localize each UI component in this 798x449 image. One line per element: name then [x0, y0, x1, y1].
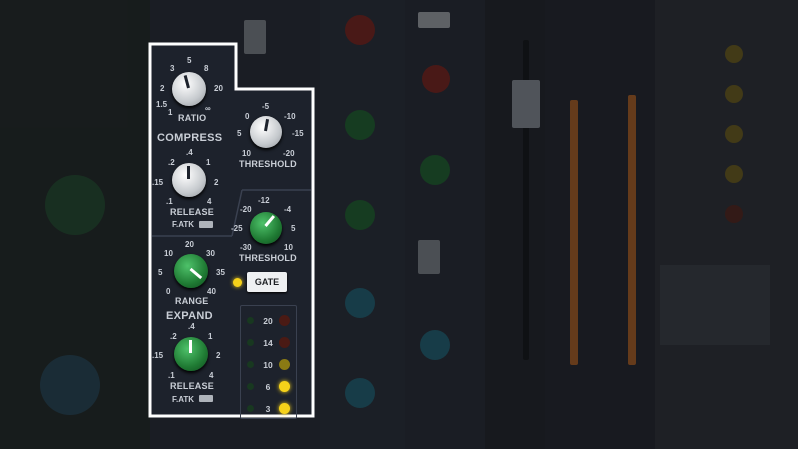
meter-row: 3: [241, 400, 296, 418]
expand-fatk-label: F.ATK: [172, 395, 195, 404]
knob-pointer: [183, 75, 190, 89]
crel-scale-.4: .4: [186, 148, 193, 157]
expand-title: EXPAND: [166, 310, 213, 322]
ethr-scale--25: -25: [231, 224, 243, 233]
green-led: [247, 339, 254, 346]
ratio-scale-8: 8: [204, 64, 209, 73]
green-led: [247, 361, 254, 368]
erel-scale-.15: .15: [152, 351, 164, 360]
meter-row: 6: [241, 378, 296, 396]
ratio-scale-1.5: 1.5: [156, 100, 168, 109]
erel-scale-.1: .1: [168, 371, 175, 380]
range-scale-35: 35: [216, 268, 225, 277]
compress-threshold-knob[interactable]: [250, 116, 282, 148]
crel-scale-.1: .1: [166, 197, 173, 206]
range-scale-30: 30: [206, 249, 215, 258]
ethr-scale--12: -12: [258, 196, 270, 205]
meter-row: 10: [241, 356, 296, 374]
ratio-scale-2: 2: [160, 84, 165, 93]
cthr-scale--15: -15: [292, 129, 304, 138]
erel-scale-2: 2: [216, 351, 221, 360]
meter-led: [279, 315, 290, 326]
ratio-scale-inf: ∞: [205, 104, 211, 113]
knob-pointer: [264, 118, 270, 132]
cthr-scale-10: 10: [242, 149, 251, 158]
green-led: [247, 405, 254, 412]
erel-scale-.2: .2: [170, 332, 177, 341]
ratio-label: RATIO: [178, 113, 207, 123]
ratio-scale-20: 20: [214, 84, 223, 93]
cthr-scale-5: 5: [237, 129, 242, 138]
knob-pointer: [264, 215, 276, 227]
cthr-scale--10: -10: [284, 112, 296, 121]
range-scale-0: 0: [166, 287, 171, 296]
expand-release-knob[interactable]: [174, 337, 208, 371]
ethr-scale-10: 10: [284, 243, 293, 252]
compress-release-knob[interactable]: [172, 163, 206, 197]
meter-led: [279, 403, 290, 414]
meter-row: 14: [241, 334, 296, 352]
green-led: [247, 383, 254, 390]
crel-scale-4: 4: [207, 197, 212, 206]
ethr-scale-5: 5: [291, 224, 296, 233]
ethr-scale--30: -30: [240, 243, 252, 252]
ethr-scale--20: -20: [240, 205, 252, 214]
compress-fatk-label: F.ATK: [172, 220, 195, 229]
expand-threshold-label: THRESHOLD: [239, 253, 297, 263]
meter-value: 6: [265, 382, 271, 392]
gain-reduction-meter: 20 14 10 6 3: [240, 305, 297, 419]
ethr-scale--4: -4: [284, 205, 292, 214]
range-scale-20: 20: [185, 240, 194, 249]
compress-threshold-label: THRESHOLD: [239, 159, 297, 169]
ratio-scale-5: 5: [187, 56, 192, 65]
knob-pointer: [187, 166, 190, 179]
compress-fatk-button[interactable]: [199, 221, 213, 228]
crel-scale-.2: .2: [168, 158, 175, 167]
knob-pointer: [189, 340, 192, 353]
meter-row: 20: [241, 312, 296, 330]
knob-pointer: [189, 267, 203, 280]
meter-value: 20: [263, 316, 273, 326]
crel-scale-1: 1: [206, 158, 211, 167]
gate-button[interactable]: GATE: [247, 272, 287, 292]
expand-fatk-button[interactable]: [199, 395, 213, 402]
meter-value: 14: [263, 338, 273, 348]
ratio-knob[interactable]: [172, 72, 206, 106]
range-knob[interactable]: [174, 254, 208, 288]
green-led: [247, 317, 254, 324]
meter-value: 10: [263, 360, 273, 370]
meter-led: [279, 359, 290, 370]
dynamics-section: 5 3 8 2 20 1.5 1 ∞ RATIO COMPRESS -5 0 -…: [0, 0, 798, 449]
crel-scale-.15: .15: [152, 178, 164, 187]
range-scale-10: 10: [164, 249, 173, 258]
range-label: RANGE: [175, 296, 209, 306]
erel-scale-.4: .4: [188, 322, 195, 331]
gate-indicator-led: [233, 278, 242, 287]
erel-scale-1: 1: [208, 332, 213, 341]
dynamics-panel-outline: [148, 42, 315, 418]
ratio-scale-1: 1: [168, 108, 173, 117]
meter-led: [279, 381, 290, 392]
cthr-scale-0: 0: [245, 112, 250, 121]
meter-led: [279, 337, 290, 348]
compress-release-label: RELEASE: [170, 207, 214, 217]
range-scale-40: 40: [207, 287, 216, 296]
meter-value: 3: [265, 404, 271, 414]
ratio-scale-3: 3: [170, 64, 175, 73]
range-scale-5: 5: [158, 268, 163, 277]
cthr-scale--20: -20: [283, 149, 295, 158]
crel-scale-2: 2: [214, 178, 219, 187]
cthr-scale--5: -5: [262, 102, 270, 111]
compress-title: COMPRESS: [157, 132, 223, 144]
expand-release-label: RELEASE: [170, 381, 214, 391]
erel-scale-4: 4: [209, 371, 214, 380]
expand-threshold-knob[interactable]: [250, 212, 282, 244]
